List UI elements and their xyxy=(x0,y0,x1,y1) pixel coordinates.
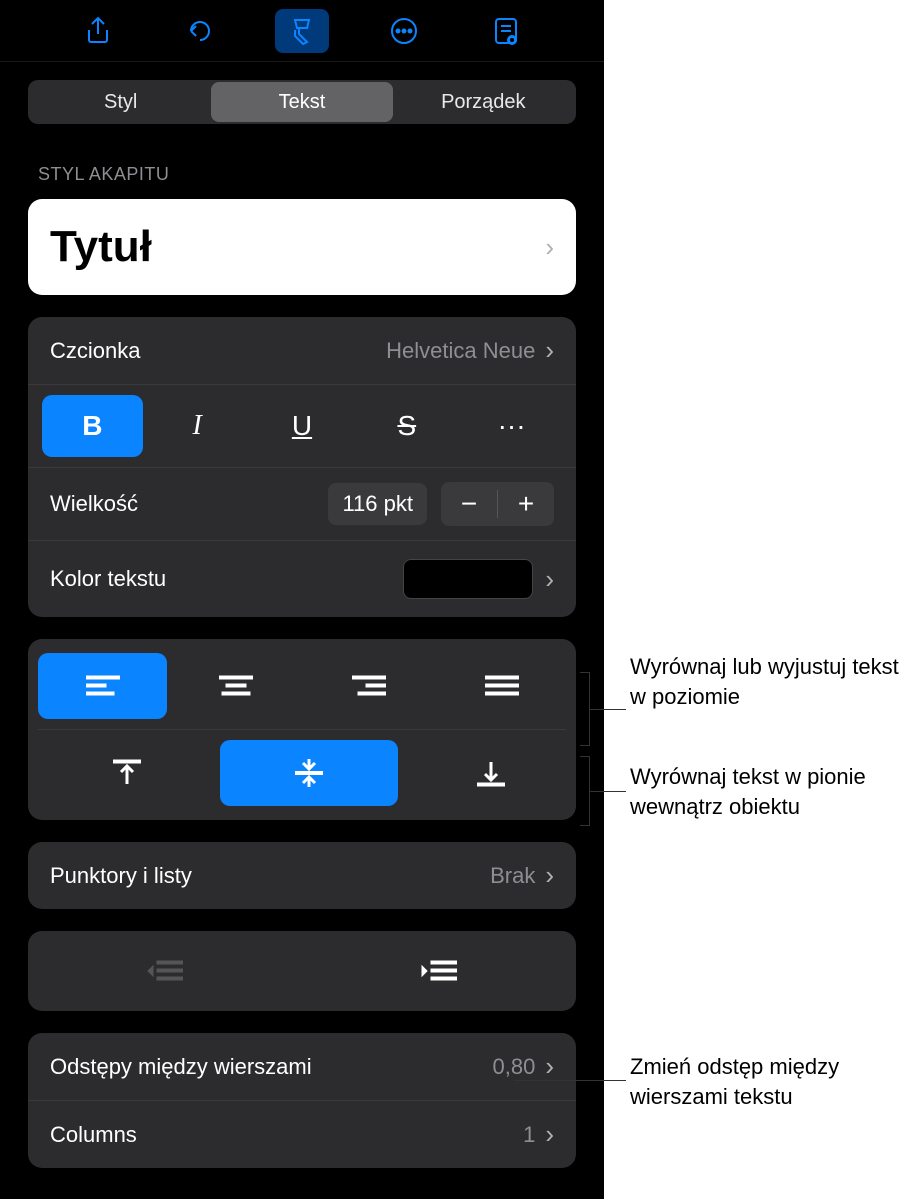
font-card: Czcionka Helvetica Neue › B I U S ··· Wi… xyxy=(28,317,576,617)
underline-button[interactable]: U xyxy=(252,395,353,457)
callout-spacing: Zmień odstęp między wierszami tekstu xyxy=(630,1052,918,1111)
bracket xyxy=(580,672,590,746)
bracket xyxy=(580,756,590,826)
valign-top-button[interactable] xyxy=(38,740,216,806)
size-field[interactable]: 116 pkt xyxy=(328,483,427,525)
more-button[interactable] xyxy=(377,9,431,53)
bold-button[interactable]: B xyxy=(42,395,143,457)
tab-arrange[interactable]: Porządek xyxy=(393,82,574,122)
font-value: Helvetica Neue xyxy=(386,338,545,364)
size-row: Wielkość 116 pkt − + xyxy=(28,468,576,541)
format-button[interactable] xyxy=(275,9,329,53)
bullets-row[interactable]: Punktory i listy Brak › xyxy=(28,842,576,909)
chevron-right-icon: › xyxy=(545,1051,554,1082)
size-label: Wielkość xyxy=(50,491,314,517)
columns-value: 1 xyxy=(523,1122,545,1148)
chevron-right-icon: › xyxy=(545,860,554,891)
callout-line xyxy=(590,791,626,792)
paragraph-style-label: STYL AKAPITU xyxy=(38,164,576,185)
chevron-right-icon: › xyxy=(545,1119,554,1150)
strikethrough-button[interactable]: S xyxy=(356,395,457,457)
horizontal-align-row xyxy=(38,647,566,730)
callout-valign: Wyrównaj tekst w pionie wewnątrz obiektu xyxy=(630,762,918,821)
vertical-align-row xyxy=(38,734,566,812)
callouts-layer: Wyrównaj lub wyjustuj tekst w poziomie W… xyxy=(604,0,918,1199)
size-stepper: − + xyxy=(441,482,554,526)
align-right-button[interactable] xyxy=(304,653,433,719)
tab-text[interactable]: Tekst xyxy=(211,82,392,122)
outdent-button[interactable] xyxy=(28,947,302,995)
reading-mode-button[interactable] xyxy=(479,9,533,53)
callout-line xyxy=(514,1080,626,1081)
size-increase-button[interactable]: + xyxy=(498,482,554,526)
indent-card xyxy=(28,931,576,1011)
format-tabs: Styl Tekst Porządek xyxy=(28,80,576,124)
text-color-row[interactable]: Kolor tekstu › xyxy=(28,541,576,617)
size-decrease-button[interactable]: − xyxy=(441,482,497,526)
columns-row[interactable]: Columns 1 › xyxy=(28,1101,576,1168)
valign-bottom-button[interactable] xyxy=(402,740,576,806)
line-spacing-value: 0,80 xyxy=(493,1054,546,1080)
align-justify-button[interactable] xyxy=(437,653,566,719)
text-color-label: Kolor tekstu xyxy=(50,566,403,592)
align-left-button[interactable] xyxy=(38,653,167,719)
indent-button[interactable] xyxy=(302,947,576,995)
callout-halign: Wyrównaj lub wyjustuj tekst w poziomie xyxy=(630,652,918,711)
undo-button[interactable] xyxy=(173,9,227,53)
align-center-button[interactable] xyxy=(171,653,300,719)
italic-button[interactable]: I xyxy=(147,395,248,457)
color-swatch[interactable] xyxy=(403,559,533,599)
more-styles-button[interactable]: ··· xyxy=(461,395,562,457)
spacing-card: Odstępy między wierszami 0,80 › Columns … xyxy=(28,1033,576,1168)
columns-label: Columns xyxy=(50,1122,523,1148)
line-spacing-label: Odstępy między wierszami xyxy=(50,1054,493,1080)
callout-line xyxy=(590,709,626,710)
chevron-right-icon: › xyxy=(545,335,554,366)
chevron-right-icon: › xyxy=(545,232,554,263)
font-style-row: B I U S ··· xyxy=(28,385,576,468)
tab-style[interactable]: Styl xyxy=(30,82,211,122)
paragraph-style-selector[interactable]: Tytuł › xyxy=(28,199,576,295)
top-toolbar xyxy=(0,0,604,62)
chevron-right-icon: › xyxy=(545,564,554,595)
valign-middle-button[interactable] xyxy=(220,740,398,806)
share-button[interactable] xyxy=(71,9,125,53)
bullets-label: Punktory i listy xyxy=(50,863,490,889)
alignment-card xyxy=(28,639,576,820)
font-row[interactable]: Czcionka Helvetica Neue › xyxy=(28,317,576,385)
bullets-value: Brak xyxy=(490,863,545,889)
paragraph-style-value: Tytuł xyxy=(50,222,545,272)
line-spacing-row[interactable]: Odstępy między wierszami 0,80 › xyxy=(28,1033,576,1101)
bullets-card: Punktory i listy Brak › xyxy=(28,842,576,909)
format-panel: Styl Tekst Porządek STYL AKAPITU Tytuł ›… xyxy=(0,0,604,1199)
font-label: Czcionka xyxy=(50,338,386,364)
